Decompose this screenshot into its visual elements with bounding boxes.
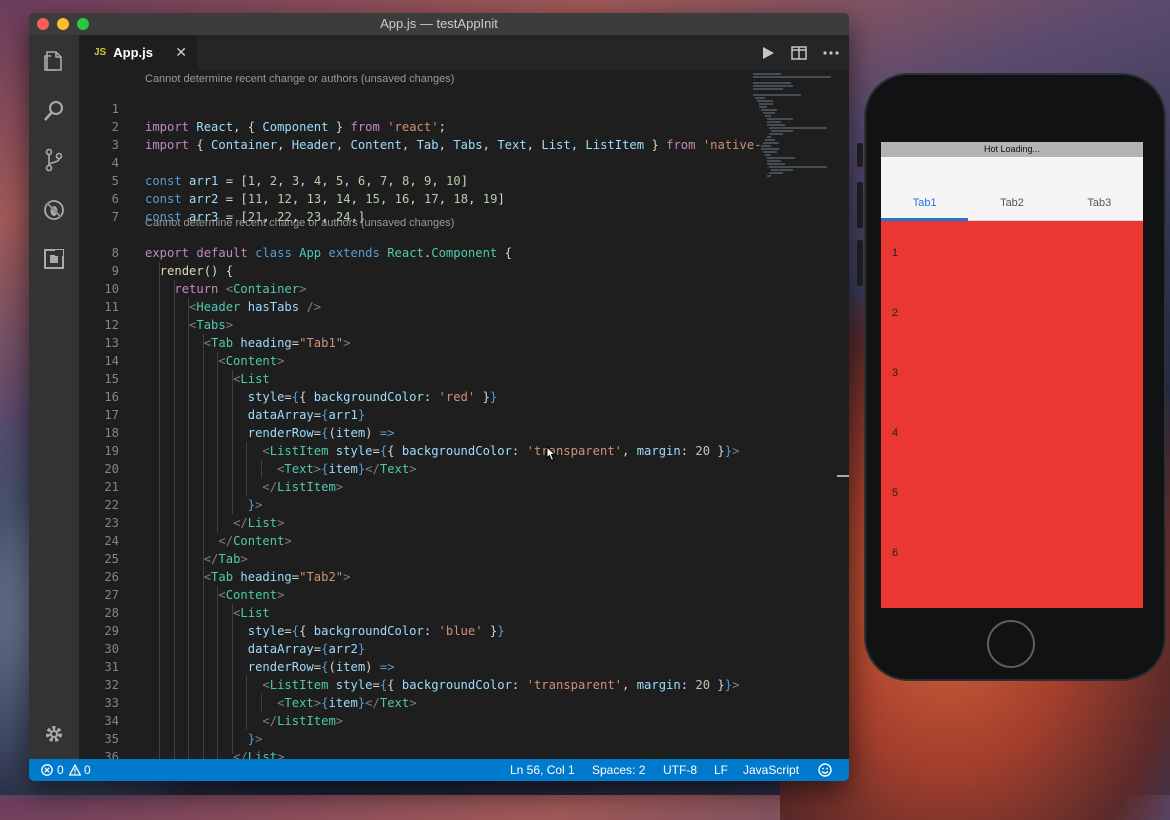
minimap[interactable] (751, 70, 835, 180)
indentation-setting[interactable]: Spaces: 2 (592, 759, 645, 781)
mute-switch (857, 143, 863, 167)
editor-tab-bar: JS App.js ✕ (79, 35, 849, 70)
status-bar: 0 0 Ln 56, Col 1 Spaces: 2 UTF-8 LF Java… (29, 759, 849, 781)
explorer-icon[interactable] (42, 49, 66, 73)
list-item[interactable]: 4 (892, 427, 898, 439)
cursor-position[interactable]: Ln 56, Col 1 (510, 759, 575, 781)
activity-bar (29, 35, 79, 759)
list-item[interactable]: 1 (892, 247, 898, 259)
window-title: App.js — testAppInit (380, 16, 498, 31)
js-file-icon: JS (94, 47, 107, 58)
more-actions-icon[interactable] (823, 50, 839, 56)
run-icon[interactable] (761, 46, 775, 60)
zoom-window-button[interactable] (77, 18, 89, 30)
split-editor-icon[interactable] (791, 45, 807, 60)
close-icon[interactable]: ✕ (175, 44, 187, 61)
tab-3[interactable]: Tab3 (1056, 190, 1143, 220)
minimize-window-button[interactable] (57, 18, 69, 30)
warning-count[interactable]: 0 (84, 759, 91, 781)
error-count[interactable]: 0 (57, 759, 64, 781)
tab-1[interactable]: Tab1 (881, 190, 968, 220)
eol-setting[interactable]: LF (714, 759, 728, 781)
simulator-screen: Hot Loading... Tab1 Tab2 Tab3 1 2 3 4 5 … (881, 142, 1143, 608)
feedback-smiley-icon[interactable] (818, 763, 832, 777)
hot-loading-banner: Hot Loading... (881, 142, 1143, 157)
app-tab-bar: Tab1 Tab2 Tab3 (881, 190, 1143, 221)
mouse-cursor-icon (546, 446, 557, 462)
tab-app-js[interactable]: JS App.js ✕ (79, 35, 197, 70)
list-item[interactable]: 5 (892, 487, 898, 499)
scroll-position-marker (837, 475, 849, 477)
volume-up-button (857, 182, 863, 228)
app-list[interactable]: 1 2 3 4 5 6 (881, 221, 1143, 608)
extensions-icon[interactable] (42, 247, 66, 271)
list-item[interactable]: 2 (892, 307, 898, 319)
close-window-button[interactable] (37, 18, 49, 30)
home-button[interactable] (987, 620, 1035, 668)
code-editor[interactable]: Cannot determine recent change or author… (79, 70, 786, 759)
language-mode[interactable]: JavaScript (743, 759, 799, 781)
list-item[interactable]: 3 (892, 367, 898, 379)
warning-icon[interactable] (69, 764, 81, 776)
tab-2[interactable]: Tab2 (968, 190, 1055, 220)
list-item[interactable]: 6 (892, 547, 898, 559)
encoding-setting[interactable]: UTF-8 (663, 759, 697, 781)
volume-down-button (857, 240, 863, 286)
debug-icon[interactable] (42, 198, 66, 222)
tab-filename: App.js (113, 45, 153, 60)
error-icon[interactable] (41, 764, 53, 776)
vertical-scrollbar[interactable] (835, 70, 849, 759)
source-control-icon[interactable] (42, 148, 66, 172)
codelens-notice[interactable]: Cannot determine recent change or author… (145, 71, 454, 87)
search-icon[interactable] (42, 99, 66, 123)
gear-icon[interactable] (42, 722, 66, 746)
editor-window: App.js — testAppInit JS App.js ✕ Cannot … (29, 13, 849, 781)
title-bar: App.js — testAppInit (29, 13, 849, 35)
